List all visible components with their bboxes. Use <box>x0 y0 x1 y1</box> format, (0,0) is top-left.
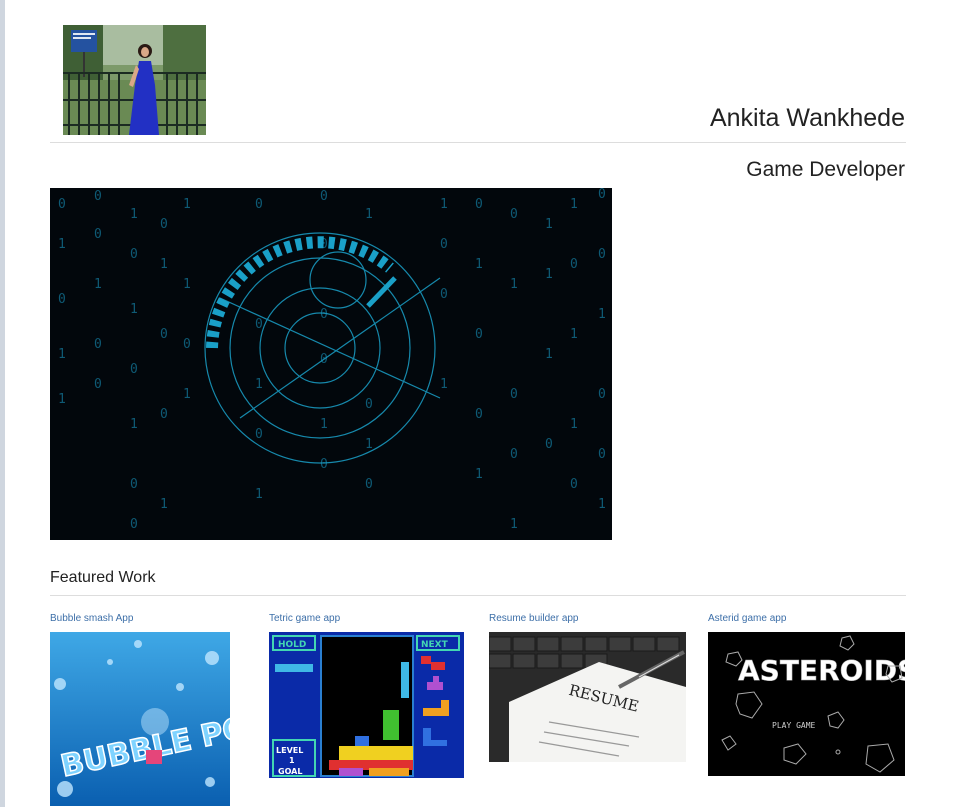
svg-text:0: 0 <box>598 247 606 262</box>
svg-text:0: 0 <box>320 189 328 204</box>
svg-text:1: 1 <box>545 347 553 362</box>
header-divider <box>50 142 906 143</box>
svg-text:1: 1 <box>183 277 191 292</box>
svg-text:0: 0 <box>255 427 263 442</box>
svg-text:1: 1 <box>130 207 138 222</box>
svg-text:1: 1 <box>183 387 191 402</box>
work-item-label[interactable]: Resume builder app <box>489 612 686 625</box>
svg-text:0: 0 <box>58 197 66 212</box>
work-item-label[interactable]: Asterid game app <box>708 612 905 625</box>
svg-text:0: 0 <box>545 437 553 452</box>
svg-text:1: 1 <box>58 347 66 362</box>
svg-text:0: 0 <box>510 207 518 222</box>
work-item-bubble-smash[interactable]: Bubble smash App BUBBLE POP <box>50 612 230 806</box>
svg-text:1: 1 <box>598 307 606 322</box>
asterid-thumbnail[interactable]: ASTEROIDS PLAY GAME <box>708 632 905 776</box>
svg-text:0: 0 <box>160 407 168 422</box>
svg-text:0: 0 <box>475 197 483 212</box>
svg-text:1: 1 <box>255 487 263 502</box>
svg-text:0: 0 <box>94 227 102 242</box>
svg-text:1: 1 <box>94 277 102 292</box>
svg-text:0: 0 <box>320 457 328 472</box>
svg-text:0: 0 <box>160 217 168 232</box>
svg-text:0: 0 <box>255 317 263 332</box>
svg-text:1: 1 <box>320 417 328 432</box>
svg-text:0: 0 <box>365 397 373 412</box>
asteroids-title: ASTEROIDS <box>738 654 905 687</box>
work-item-label[interactable]: Tetric game app <box>269 612 464 625</box>
featured-divider <box>50 595 906 596</box>
svg-text:0: 0 <box>440 287 448 302</box>
svg-text:1: 1 <box>255 377 263 392</box>
svg-text:1: 1 <box>160 257 168 272</box>
svg-text:0: 0 <box>510 447 518 462</box>
bubble-smash-thumbnail[interactable]: BUBBLE POP <box>50 632 230 806</box>
level-label: LEVEL <box>276 746 303 755</box>
svg-text:0: 0 <box>598 447 606 462</box>
resume-builder-thumbnail[interactable]: RESUME <box>489 632 686 762</box>
svg-text:0: 0 <box>570 257 578 272</box>
svg-text:0: 0 <box>160 327 168 342</box>
svg-text:0: 0 <box>94 337 102 352</box>
svg-text:1: 1 <box>130 302 138 317</box>
svg-text:1: 1 <box>160 497 168 512</box>
svg-text:0: 0 <box>570 477 578 492</box>
left-edge-strip <box>0 0 5 807</box>
svg-text:0: 0 <box>130 517 138 532</box>
work-item-asterid[interactable]: Asterid game app ASTEROIDS PLAY GAME <box>708 612 905 776</box>
svg-text:1: 1 <box>510 277 518 292</box>
svg-text:1: 1 <box>475 467 483 482</box>
level-number: 1 <box>289 756 295 765</box>
work-item-resume-builder[interactable]: Resume builder app RESUME <box>489 612 686 762</box>
goal-label: GOAL <box>278 767 302 776</box>
profile-photo <box>63 25 206 135</box>
svg-text:0: 0 <box>598 188 606 202</box>
svg-text:0: 0 <box>510 387 518 402</box>
hero-banner: 01011 00100 1010100 01001 1101 00101 000… <box>50 188 612 540</box>
svg-text:0: 0 <box>320 307 328 322</box>
hold-label: HOLD <box>278 640 306 650</box>
profile-name: Ankita Wankhede <box>709 104 905 132</box>
svg-text:1: 1 <box>598 497 606 512</box>
tetric-thumbnail[interactable]: HOLD NEXT LEVEL 1 GOAL <box>269 632 464 778</box>
work-item-label[interactable]: Bubble smash App <box>50 612 230 625</box>
svg-text:1: 1 <box>570 197 578 212</box>
svg-text:0: 0 <box>183 337 191 352</box>
svg-text:1: 1 <box>475 257 483 272</box>
svg-text:0: 0 <box>475 407 483 422</box>
next-label: NEXT <box>421 640 449 650</box>
svg-text:0: 0 <box>94 377 102 392</box>
svg-text:0: 0 <box>440 237 448 252</box>
svg-text:0: 0 <box>475 327 483 342</box>
work-item-tetric[interactable]: Tetric game app HOLD NEXT LEVEL 1 GOAL <box>269 612 464 778</box>
featured-work-heading: Featured Work <box>50 569 156 586</box>
svg-text:1: 1 <box>545 267 553 282</box>
svg-text:1: 1 <box>130 417 138 432</box>
play-game-text: PLAY GAME <box>772 721 816 730</box>
svg-text:0: 0 <box>130 247 138 262</box>
svg-text:1: 1 <box>58 392 66 407</box>
svg-text:1: 1 <box>570 327 578 342</box>
svg-text:1: 1 <box>58 237 66 252</box>
svg-text:1: 1 <box>545 217 553 232</box>
svg-text:1: 1 <box>570 417 578 432</box>
svg-text:1: 1 <box>365 437 373 452</box>
svg-text:0: 0 <box>598 387 606 402</box>
svg-text:0: 0 <box>94 189 102 204</box>
svg-text:0: 0 <box>365 477 373 492</box>
svg-text:1: 1 <box>365 207 373 222</box>
svg-text:1: 1 <box>183 197 191 212</box>
svg-text:0: 0 <box>130 362 138 377</box>
svg-text:0: 0 <box>58 292 66 307</box>
profile-subtitle: Game Developer <box>746 158 905 181</box>
svg-text:1: 1 <box>440 197 448 212</box>
svg-text:0: 0 <box>255 197 263 212</box>
svg-text:1: 1 <box>510 517 518 532</box>
svg-text:1: 1 <box>440 377 448 392</box>
svg-text:0: 0 <box>130 477 138 492</box>
